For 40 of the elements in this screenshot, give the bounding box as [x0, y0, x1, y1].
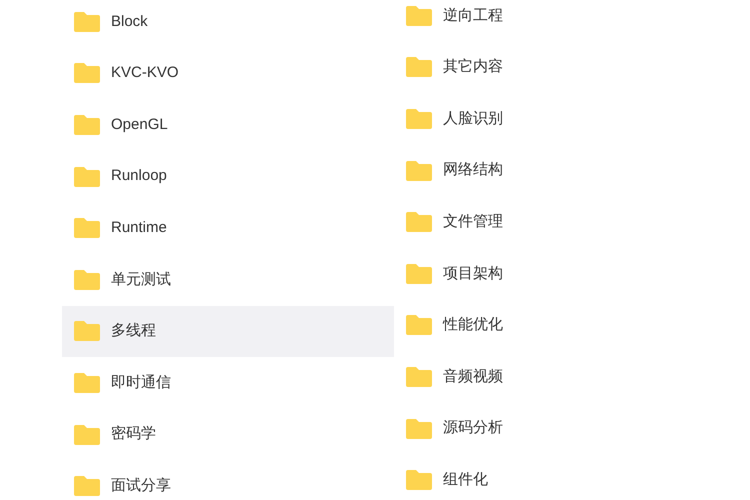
folder-name: OpenGL: [111, 114, 168, 135]
folder-name: 性能优化: [443, 315, 503, 336]
folder-name: 人脸识别: [443, 108, 503, 129]
folder-icon: [406, 108, 432, 129]
folder-icon: [406, 160, 432, 181]
folder-name: 组件化: [443, 470, 488, 490]
folder-name: 网络结构: [443, 160, 503, 180]
folder-icon: [74, 166, 100, 187]
folder-icon: [406, 57, 432, 78]
folder-name: 密码学: [111, 424, 156, 444]
folder-icon: [74, 424, 100, 445]
folder-name: 面试分享: [111, 476, 171, 496]
folder-icon: [406, 315, 432, 336]
folder-name: Block: [111, 12, 148, 32]
folder-icon: [74, 321, 100, 342]
folder-name: KVC-KVO: [111, 63, 179, 84]
folder-icon: [74, 114, 100, 135]
folder-icon: [74, 218, 100, 238]
folder-icon: [406, 264, 432, 284]
folder-name: 文件管理: [443, 212, 503, 232]
folder-icon: [406, 6, 432, 26]
folder-icon: [406, 470, 432, 490]
folder-name: 项目架构: [443, 264, 503, 284]
folder-name: 其它内容: [443, 57, 503, 78]
folder-icon: [74, 12, 100, 32]
folder-name: Runtime: [111, 218, 167, 238]
folder-name: 单元测试: [111, 270, 171, 290]
folder-name: 多线程: [111, 321, 156, 342]
folder-name: 源码分析: [443, 418, 503, 438]
folder-icon: [74, 63, 100, 84]
folder-name: 逆向工程: [443, 6, 503, 26]
folder-icon: [74, 372, 100, 393]
folder-name: 即时通信: [111, 372, 171, 393]
folder-icon: [74, 476, 100, 496]
folder-name: 音频视频: [443, 366, 503, 387]
folder-name: Runloop: [111, 166, 167, 186]
folder-icon: [406, 418, 432, 439]
folder-icon: [406, 212, 432, 232]
folder-icon: [406, 366, 432, 387]
folder-icon: [74, 270, 100, 290]
